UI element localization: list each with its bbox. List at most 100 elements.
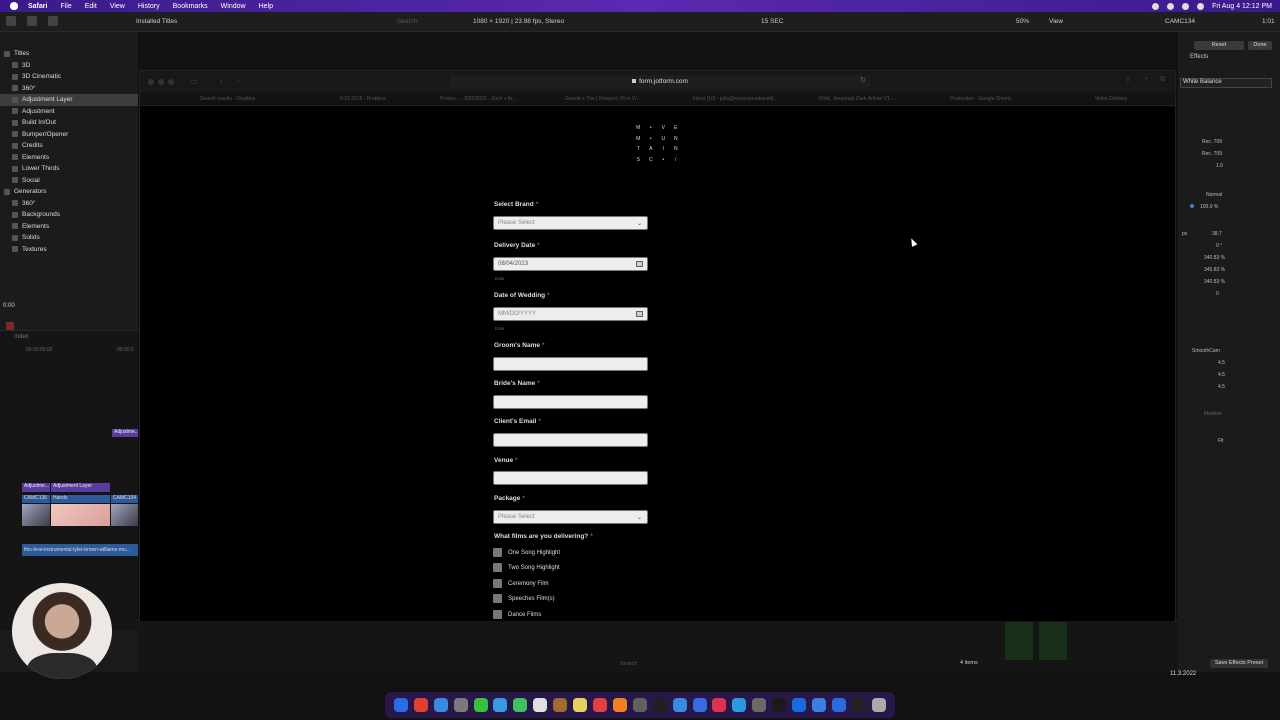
library-item[interactable]: Build In/Out [0, 117, 138, 129]
new-tab-icon[interactable]: + [1144, 76, 1148, 83]
library-item[interactable]: Adjustment [0, 106, 138, 118]
library-item[interactable]: Adjustment Layer [0, 94, 138, 106]
dock-app-icon[interactable] [871, 698, 886, 712]
back-icon[interactable]: ‹ [220, 76, 223, 85]
done-button[interactable]: Done [1248, 41, 1272, 50]
library-item[interactable]: Generators [0, 186, 138, 198]
menu-file[interactable]: File [60, 3, 71, 10]
tab-production[interactable]: Produc... - 8/23/2023 - Zach + Ar... [440, 96, 517, 102]
address-bar[interactable]: form.jotform.com [450, 75, 870, 88]
library-item[interactable]: Solids [0, 232, 138, 244]
dock-app-icon[interactable] [692, 698, 707, 712]
sidebar-toggle-icon[interactable]: ▭ [190, 77, 198, 86]
dock-app-icon[interactable] [612, 698, 627, 712]
zoom-window-icon[interactable] [168, 79, 174, 85]
checkbox[interactable] [493, 548, 502, 557]
film-option-speeches[interactable]: Speeches Film(s) [493, 594, 555, 603]
opacity-value[interactable]: 100.0 % [1200, 204, 1218, 210]
inspector-value-1[interactable]: 1.0 [1216, 163, 1223, 169]
inspector-white-balance-title[interactable]: White Balance [1180, 78, 1272, 88]
dock-app-icon[interactable] [732, 698, 747, 712]
apple-icon[interactable] [10, 2, 18, 10]
photos-icon[interactable] [27, 16, 37, 26]
browser-search-input[interactable]: Search [397, 18, 418, 25]
tab-google-sheets[interactable]: Production - Google Sheets [950, 96, 1011, 102]
dock-app-icon[interactable] [792, 698, 807, 712]
dock-app-icon[interactable] [672, 698, 687, 712]
brides-name-input[interactable] [493, 395, 648, 409]
dock-app-icon[interactable] [752, 698, 767, 712]
library-item[interactable]: Lower Thirds [0, 163, 138, 175]
dock-app-icon[interactable] [851, 698, 866, 712]
library-item[interactable]: Textures [0, 244, 138, 256]
dock-app-icon[interactable] [433, 698, 448, 712]
calendar-icon[interactable] [636, 261, 643, 267]
checkbox[interactable] [493, 594, 502, 603]
timeline-clip-hands[interactable]: Hands [51, 495, 110, 503]
film-option-two-song[interactable]: Two Song Highlight [493, 563, 560, 572]
blend-mode-select[interactable]: Normal [1206, 192, 1222, 198]
library-item[interactable]: Backgrounds [0, 209, 138, 221]
effects-tab[interactable]: Effects [1190, 54, 1208, 60]
library-item[interactable]: Elements [0, 221, 138, 233]
checkbox[interactable] [493, 579, 502, 588]
library-item[interactable]: Credits [0, 140, 138, 152]
package-dropdown[interactable]: Please Select ⌄ [493, 510, 648, 524]
dock-app-icon[interactable] [513, 698, 528, 712]
timeline-audio-clip[interactable]: this-love-instrumental-tyler-brown-willi… [22, 544, 138, 556]
timeline-clip-camc154[interactable]: CAMC154 [111, 495, 138, 503]
menu-clock[interactable]: Fri Aug 4 12:12 PM [1212, 3, 1272, 10]
tab-overview-icon[interactable]: ⧉ [1160, 76, 1165, 84]
menu-window[interactable]: Window [221, 3, 246, 10]
tab-dropbox-folder[interactable]: 8.15.2018 - Dropbox [340, 96, 386, 102]
dock-app-icon[interactable] [453, 698, 468, 712]
effects-search-input[interactable]: Search [620, 661, 637, 667]
scale-y-value[interactable]: 340.83 % [1204, 279, 1225, 285]
timeline-adjustment-clip-b[interactable]: Adjustment Layer [51, 483, 110, 492]
dock-app-icon[interactable] [772, 698, 787, 712]
tab-inbox[interactable]: Inbox (10) - julia@movemountainsfil... [693, 96, 777, 102]
dock-app-icon[interactable] [393, 698, 408, 712]
checkbox[interactable] [493, 563, 502, 572]
library-item[interactable]: 3D Cinematic [0, 71, 138, 83]
share-icon[interactable]: ⇪ [1125, 76, 1131, 84]
dock-app-icon[interactable] [533, 698, 548, 712]
control-center-icon[interactable] [1152, 2, 1160, 10]
library-item[interactable]: 3D [0, 60, 138, 72]
smoothcam-value-1[interactable]: 4.5 [1218, 360, 1225, 366]
dock-app-icon[interactable] [652, 698, 667, 712]
calendar-icon[interactable] [636, 311, 643, 317]
library-item[interactable]: Titles [0, 48, 138, 60]
dock-app-icon[interactable] [831, 698, 846, 712]
reset-button[interactable]: Reset [1194, 41, 1244, 50]
select-brand-dropdown[interactable]: Please Select ⌄ [493, 216, 648, 230]
stabilization-quality[interactable]: Medium [1204, 411, 1222, 417]
library-item[interactable]: Social [0, 175, 138, 187]
library-item[interactable]: Bumper/Opener [0, 129, 138, 141]
library-item[interactable]: 360° [0, 83, 138, 95]
tab-dropbox-search[interactable]: Search results - Dropbox [200, 96, 255, 102]
timeline-clip-camc136[interactable]: CAMC136 [22, 495, 50, 503]
film-option-dance[interactable]: Dance Films [493, 610, 541, 619]
grooms-name-input[interactable] [493, 357, 648, 371]
color-space-out[interactable]: Rec. 709 [1202, 151, 1222, 157]
close-window-icon[interactable] [148, 79, 154, 85]
save-effects-preset-button[interactable]: Save Effects Preset [1210, 659, 1268, 668]
menu-view[interactable]: View [110, 3, 125, 10]
smoothcam-value-3[interactable]: 4.5 [1218, 384, 1225, 390]
forward-icon[interactable]: › [237, 76, 240, 85]
scale-all-value[interactable]: 340.83 % [1204, 255, 1225, 261]
film-option-ceremony[interactable]: Ceremony Film [493, 579, 549, 588]
titles-icon[interactable] [48, 16, 58, 26]
search-icon[interactable] [1182, 2, 1190, 10]
dock-app-icon[interactable] [712, 698, 727, 712]
color-space-in[interactable]: Rec. 709 [1202, 139, 1222, 145]
scale-x-value[interactable]: 345.83 % [1204, 267, 1225, 273]
date-of-wedding-input[interactable]: MM/DD/YYYY [493, 307, 648, 321]
siri-icon[interactable] [1197, 2, 1205, 10]
keyframe-icon[interactable] [1190, 204, 1194, 208]
menu-help[interactable]: Help [259, 3, 273, 10]
minimize-window-icon[interactable] [158, 79, 164, 85]
dock-app-icon[interactable] [473, 698, 488, 712]
dock-app-icon[interactable] [493, 698, 508, 712]
